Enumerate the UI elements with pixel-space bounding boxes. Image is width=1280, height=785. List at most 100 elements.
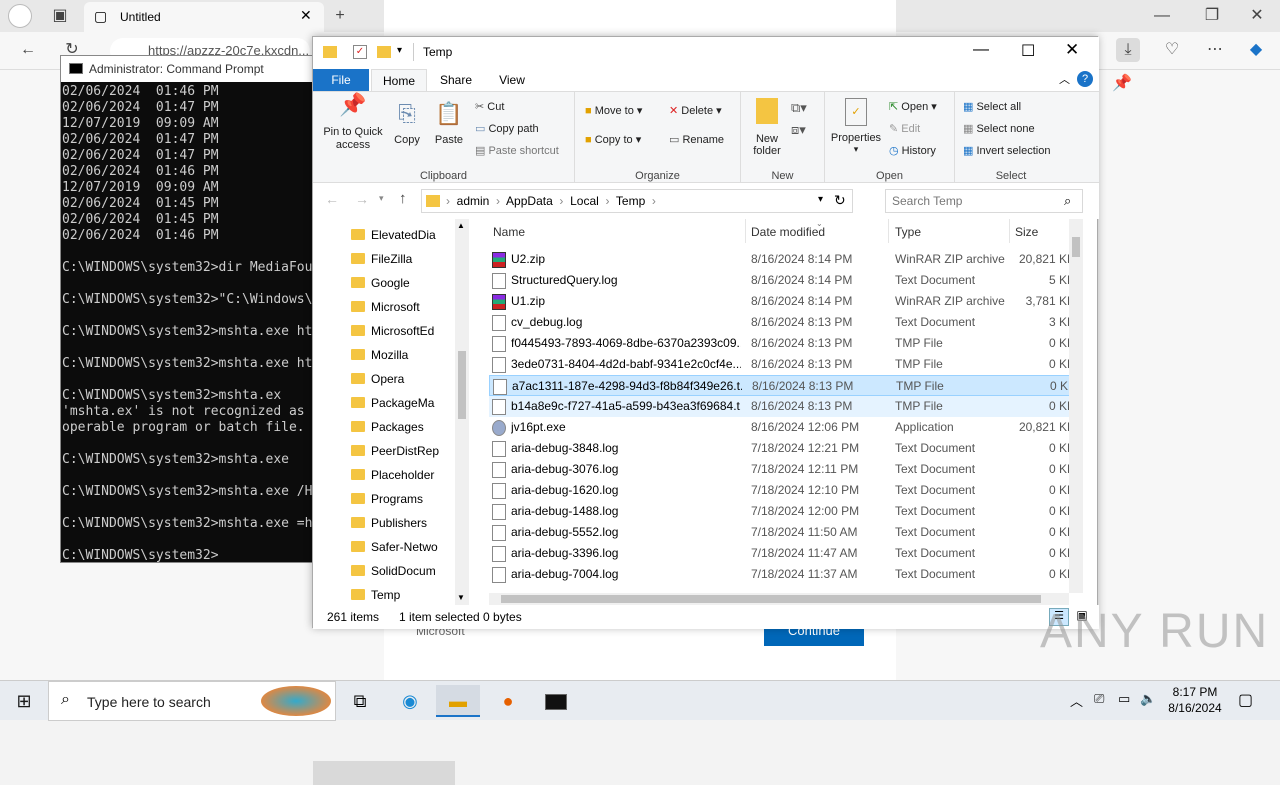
notifications-icon[interactable]: ▢ xyxy=(1238,690,1253,710)
explorer-title-bar[interactable]: ✓ ▾ Temp — ☐ ✕ xyxy=(313,37,1099,69)
customize-toolbar-icon[interactable]: ▾ xyxy=(397,45,402,56)
tab-home[interactable]: Home xyxy=(371,69,427,91)
easy-access-button[interactable]: ⧈▾ xyxy=(791,122,806,138)
properties-quick-icon[interactable]: ✓ xyxy=(353,45,367,59)
file-row[interactable]: jv16pt.exe 8/16/2024 12:06 PM Application 2… xyxy=(489,417,1083,438)
file-row[interactable]: aria-debug-7004.log 7/18/2024 11:37 AM Tex… xyxy=(489,564,1083,585)
close-icon[interactable]: ✕ xyxy=(1245,4,1269,28)
vertical-scrollbar[interactable] xyxy=(1069,219,1083,593)
file-row[interactable]: aria-debug-5552.log 7/18/2024 11:50 AM Tex… xyxy=(489,522,1083,543)
close-tab-icon[interactable]: ✕ xyxy=(300,7,312,24)
file-explorer-icon[interactable]: ▬ xyxy=(436,685,480,717)
column-date[interactable]: Date modified xyxy=(751,225,825,239)
taskbar-search[interactable]: ⌕ Type here to search xyxy=(48,681,336,721)
pin-quick-access-button[interactable]: 📌 Pin to Quick access xyxy=(319,94,387,152)
copy-path-button[interactable]: ▭ Copy path xyxy=(475,122,539,135)
horizontal-scrollbar[interactable] xyxy=(489,593,1069,605)
nav-item[interactable]: FileZilla xyxy=(351,247,453,271)
delete-button[interactable]: ✕ Delete ▾ xyxy=(669,104,722,117)
move-to-button[interactable]: ■ Move to ▾ xyxy=(585,104,642,117)
performance-icon[interactable]: ♡ xyxy=(1160,38,1184,62)
file-row[interactable]: U2.zip 8/16/2024 8:14 PM WinRAR ZIP archiv… xyxy=(489,249,1083,270)
scroll-up-icon[interactable]: ▲ xyxy=(457,221,465,230)
ethernet-icon[interactable]: ▭ xyxy=(1118,691,1130,707)
maximize-icon[interactable]: ❐ xyxy=(1200,4,1224,28)
start-icon[interactable]: ⊞ xyxy=(2,685,46,717)
file-row[interactable]: cv_debug.log 8/16/2024 8:13 PM Text Docume… xyxy=(489,312,1083,333)
cmd-title-bar[interactable]: Administrator: Command Prompt xyxy=(61,56,321,82)
select-none-button[interactable]: ▦ Select none xyxy=(963,122,1035,135)
history-button[interactable]: ◷ History xyxy=(889,144,936,157)
refresh-icon[interactable]: ↻ xyxy=(834,192,846,209)
profile-avatar-icon[interactable] xyxy=(8,4,32,28)
nav-item[interactable]: Packages xyxy=(351,415,453,439)
nav-item[interactable]: PackageMa xyxy=(351,391,453,415)
close-icon[interactable]: ✕ xyxy=(1065,40,1079,60)
back-icon[interactable]: ← xyxy=(16,38,40,62)
nav-item[interactable]: SolidDocum xyxy=(351,559,453,583)
cmd-taskbar-icon[interactable] xyxy=(534,685,578,717)
breadcrumb-appdata[interactable]: AppData xyxy=(506,194,553,208)
select-all-button[interactable]: ▦ Select all xyxy=(963,100,1021,113)
nav-item[interactable]: Safer-Netwo xyxy=(351,535,453,559)
nav-item[interactable]: Publishers xyxy=(351,511,453,535)
more-icon[interactable]: ⋯ xyxy=(1203,38,1227,62)
paste-button[interactable]: 📋 Paste xyxy=(431,98,467,146)
file-row[interactable]: 3ede0731-8404-4d2d-babf-9341e2c0cf4e....… xyxy=(489,354,1083,375)
address-breadcrumb[interactable]: › admin › AppData › Local › Temp › ▾ ↻ xyxy=(421,189,853,213)
address-dropdown-icon[interactable]: ▾ xyxy=(818,194,823,205)
downloads-icon[interactable]: ⤓ xyxy=(1116,38,1140,62)
nav-item[interactable]: Mozilla xyxy=(351,343,453,367)
maximize-icon[interactable]: ☐ xyxy=(1021,41,1035,61)
tab-actions-icon[interactable]: ▣ xyxy=(48,4,72,28)
file-row[interactable]: f0445493-7893-4069-8dbe-6370a2393c09....… xyxy=(489,333,1083,354)
edge-icon[interactable]: ◉ xyxy=(388,685,432,717)
cut-button[interactable]: ✂ Cut xyxy=(475,100,504,113)
minimize-icon[interactable]: — xyxy=(973,41,989,59)
file-row[interactable]: U1.zip 8/16/2024 8:14 PM WinRAR ZIP archiv… xyxy=(489,291,1083,312)
rename-button[interactable]: ▭ Rename xyxy=(669,133,724,146)
edit-button[interactable]: ✎ Edit xyxy=(889,122,920,135)
nav-item[interactable]: Opera xyxy=(351,367,453,391)
help-icon[interactable]: ? xyxy=(1077,71,1093,87)
copy-button[interactable]: ⎘ Copy xyxy=(391,98,423,146)
back-icon[interactable]: ← xyxy=(325,191,339,207)
collapse-ribbon-icon[interactable]: ︿ xyxy=(1059,71,1070,87)
new-item-button[interactable]: ⧉▾ xyxy=(791,100,807,116)
volume-icon[interactable]: 🔈 xyxy=(1140,691,1156,707)
nav-scroll-thumb[interactable] xyxy=(458,351,466,419)
firefox-icon[interactable]: ● xyxy=(486,685,530,717)
v-scroll-thumb[interactable] xyxy=(1072,237,1080,257)
tray-chevron-icon[interactable]: ︿ xyxy=(1070,691,1083,710)
file-row[interactable]: aria-debug-3076.log 7/18/2024 12:11 PM Tex… xyxy=(489,459,1083,480)
new-folder-button[interactable]: New folder xyxy=(747,98,787,157)
search-box[interactable]: Search Temp ⌕ xyxy=(885,189,1083,213)
nav-item[interactable]: Google xyxy=(351,271,453,295)
copy-to-button[interactable]: ■ Copy to ▾ xyxy=(585,133,641,146)
tab-file[interactable]: File xyxy=(313,69,369,91)
paste-shortcut-button[interactable]: ▤ Paste shortcut xyxy=(475,144,559,157)
column-size[interactable]: Size xyxy=(1015,225,1038,239)
file-row[interactable]: aria-debug-3396.log 7/18/2024 11:47 AM Tex… xyxy=(489,543,1083,564)
column-name[interactable]: Name xyxy=(493,225,525,239)
properties-button[interactable]: ✓ Properties ▾ xyxy=(829,98,883,155)
tab-view[interactable]: View xyxy=(487,69,537,91)
file-row[interactable]: aria-debug-1488.log 7/18/2024 12:00 PM Tex… xyxy=(489,501,1083,522)
file-row[interactable]: aria-debug-1620.log 7/18/2024 12:10 PM Tex… xyxy=(489,480,1083,501)
up-icon[interactable]: ↑ xyxy=(399,190,407,207)
nav-item[interactable]: PeerDistRep xyxy=(351,439,453,463)
new-folder-quick-icon[interactable] xyxy=(377,46,391,58)
file-row[interactable]: StructuredQuery.log 8/16/2024 8:14 PM Text… xyxy=(489,270,1083,291)
file-row[interactable]: b14a8e9c-f727-41a5-a599-b43ea3f69684.t..… xyxy=(489,396,1083,417)
pin-icon[interactable]: 📌 xyxy=(1110,72,1134,96)
cmd-output[interactable]: 02/06/2024 01:46 PM 02/06/2024 01:47 PM 12… xyxy=(61,84,321,562)
copilot-icon[interactable]: ◆ xyxy=(1244,38,1268,62)
task-view-icon[interactable]: ⧉ xyxy=(338,685,382,717)
minimize-icon[interactable]: — xyxy=(1150,4,1174,28)
breadcrumb-admin[interactable]: admin xyxy=(457,194,490,208)
column-type[interactable]: Type xyxy=(895,225,921,239)
h-scroll-thumb[interactable] xyxy=(501,595,1041,603)
browser-tab[interactable]: ▢ Untitled ✕ xyxy=(84,2,324,32)
new-tab-icon[interactable]: + xyxy=(328,4,352,28)
scroll-down-icon[interactable]: ▼ xyxy=(457,593,465,602)
